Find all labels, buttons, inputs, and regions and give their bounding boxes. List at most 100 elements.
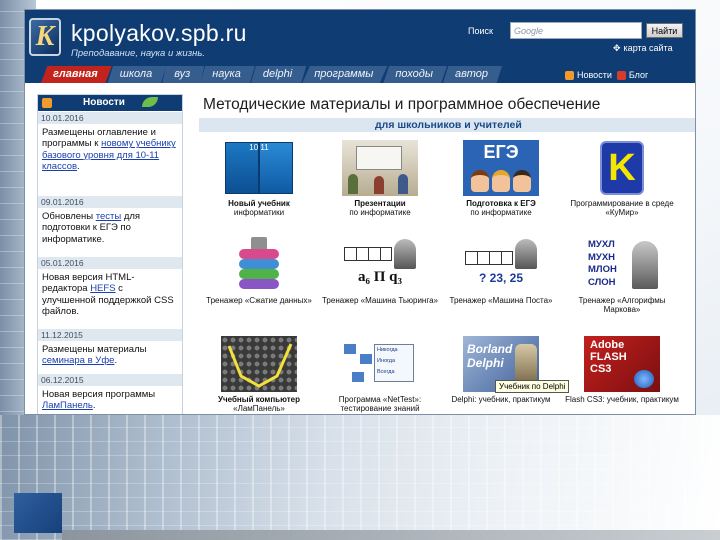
tile-caption-line1: Flash CS3: учебник, (565, 395, 639, 404)
compression-icon (221, 237, 297, 293)
tile-nettest[interactable]: Никогда Иногда Всегда Программа «NetTest… (319, 336, 441, 413)
tile-compression[interactable]: Тренажер «Сжатие данных» (198, 237, 320, 305)
news-text-part: . (92, 400, 96, 412)
news-date: 11.12.2015 (38, 329, 182, 341)
news-item: 11.12.2015 Размещены материалы семинара … (38, 329, 182, 367)
slide-decoration-bar (62, 530, 720, 540)
post-image: ? 23, 25 (463, 237, 539, 293)
news-date: 05.01.2016 (38, 257, 182, 269)
tile-presentations[interactable]: Презентации по информатике (319, 140, 441, 217)
news-link[interactable]: Новости (577, 70, 612, 80)
rss-feed-icon[interactable] (42, 98, 52, 108)
news-column: Новости 10.01.2016 Размещены оглавление … (37, 94, 183, 414)
post-values: ? 23, 25 (478, 271, 524, 285)
news-link[interactable]: ЛамПанель (42, 400, 93, 411)
news-item: 06.12.2015 Новая версия программы ЛамПан… (38, 374, 182, 412)
tile-caption-line1: Новый учебник (228, 199, 290, 208)
tile-caption-line1: Тренажер «Сжатие (206, 296, 278, 305)
tile-ege[interactable]: ЕГЭ Подготовка к ЕГЭ по информатике (440, 140, 562, 217)
blog-link[interactable]: Блог (629, 70, 648, 80)
tile-caption: Программа «NetTest»: тестирование знаний (319, 395, 441, 413)
tab-delphi[interactable]: delphi (250, 66, 307, 83)
news-link[interactable]: HEFS (90, 283, 115, 294)
tile-markov[interactable]: МУХЛ МУХН МЛОН СЛОН Тренажер «Алгорифмы … (561, 237, 683, 314)
news-item: 10.01.2016 Размещены оглавление и програ… (38, 112, 182, 172)
news-link[interactable]: семинара в Уфе (42, 355, 114, 366)
tile-caption-line2: Поста» (525, 296, 553, 305)
search-input[interactable] (510, 22, 642, 39)
kumir-logo: K (584, 140, 660, 196)
tab-home[interactable]: главная (41, 66, 112, 83)
tab-hikes[interactable]: походы (383, 66, 447, 83)
rss-icon (565, 70, 574, 80)
markov-words: МУХЛ МУХН МЛОН СЛОН (588, 239, 617, 288)
tile-caption: Программирование в среде «КуМир» (561, 199, 683, 217)
tile-caption-line2: практикум (640, 395, 679, 404)
news-text: Размещены оглавление и программы к новом… (38, 124, 182, 172)
blog-icon (616, 70, 626, 80)
site-title[interactable]: kpolyakov.spb.ru (71, 20, 247, 47)
slide-backdrop-skyscraper (0, 415, 720, 540)
tile-post[interactable]: ? 23, 25 Тренажер «Машина Поста» (440, 237, 562, 305)
tile-turing[interactable]: a₆ П q₃ Тренажер «Машина Тьюринга» (319, 237, 441, 305)
news-text: Размещены материалы семинара в Уфе. (38, 341, 182, 367)
header-links: Новости Блог (565, 70, 648, 80)
tooltip: Учебник по Delphi (495, 380, 570, 393)
tile-caption-line1: Тренажер «Машина (449, 296, 524, 305)
subtitle-bar: для школьников и учителей (199, 118, 695, 132)
site-logo[interactable]: K (29, 18, 61, 56)
tile-caption: Тренажер «Алгорифмы Маркова» (561, 296, 683, 314)
tab-school[interactable]: школа (107, 66, 167, 83)
tile-flash[interactable]: Adobe FLASH CS3 Flash CS3: учебник, прак… (561, 336, 683, 404)
tile-caption-line1: Презентации (354, 199, 406, 208)
tile-caption: Тренажер «Машина Поста» (440, 296, 562, 305)
tile-caption: Тренажер «Сжатие данных» (198, 296, 320, 305)
tab-university[interactable]: вуз (162, 66, 205, 83)
nav-tabs: главная школа вуз наука delphi программы… (41, 66, 502, 83)
news-date: 10.01.2016 (38, 112, 182, 124)
tile-lampanel[interactable]: Учебный компьютер «ЛамПанель» (198, 336, 320, 413)
news-text-part: Новая версия программы (42, 389, 156, 400)
tab-science[interactable]: наука (200, 66, 255, 83)
tile-textbook[interactable]: 10 11 Новый учебник информатики (198, 140, 320, 217)
website-screenshot: K kpolyakov.spb.ru Преподавание, наука и… (24, 9, 696, 415)
site-header: K kpolyakov.spb.ru Преподавание, наука и… (25, 10, 695, 83)
tile-caption-line1: Тренажер «Машина (321, 296, 397, 305)
tile-caption: Delphi: учебник, практикум (440, 395, 562, 404)
tab-programs[interactable]: программы (302, 66, 388, 83)
tile-caption: Учебный компьютер «ЛамПанель» (198, 395, 320, 413)
turing-formula: a₆ П q₃ (357, 269, 402, 285)
tile-caption-line2: по информатике (349, 208, 411, 217)
tab-author[interactable]: автор (442, 66, 502, 83)
slide-decoration-square (14, 493, 62, 533)
tile-caption-line2: практикум (512, 395, 551, 404)
kumir-letter: K (600, 141, 644, 195)
site-tagline: Преподавание, наука и жизнь. (71, 48, 205, 59)
lampanel-curve (227, 343, 293, 388)
tile-delphi[interactable]: Borland Delphi Delphi: учебник, практику… (440, 336, 562, 404)
news-item: 09.01.2016 Обновлены тесты для подготовк… (38, 196, 182, 245)
tile-caption: Flash CS3: учебник, практикум (561, 395, 683, 404)
tile-caption: Новый учебник информатики (198, 199, 320, 217)
turing-image: a₆ П q₃ (342, 237, 418, 293)
tile-caption-line2: «ЛамПанель» (233, 404, 285, 413)
tile-caption: Подготовка к ЕГЭ по информатике (440, 199, 562, 217)
news-header-title: Новости (83, 97, 125, 108)
sitemap-link[interactable]: ✥ карта сайта (613, 43, 673, 54)
news-text: Обновлены тесты для подготовки к ЕГЭ по … (38, 208, 182, 245)
search-button[interactable]: Найти (646, 23, 683, 38)
news-text-part: Размещены материалы (42, 344, 147, 355)
news-link[interactable]: тесты (96, 211, 121, 222)
tile-caption-line1: Программа «NetTest»: (338, 395, 422, 404)
page-subtitle: для школьников и учителей (375, 119, 522, 131)
nettest-options: Никогда Иногда Всегда (374, 344, 414, 382)
sitemap-link-label: карта сайта (623, 43, 673, 53)
tile-kumir[interactable]: K Программирование в среде «КуМир» (561, 140, 683, 217)
ege-text: ЕГЭ (483, 142, 519, 162)
flash-box: Adobe FLASH CS3 (584, 336, 660, 392)
tile-caption-line1: Тренажер «Алгорифмы (578, 296, 666, 305)
tile-caption-line1: Delphi: учебник, (451, 395, 511, 404)
news-date: 06.12.2015 (38, 374, 182, 386)
tile-caption-line2: тестирование знаний (340, 404, 420, 413)
markov-image: МУХЛ МУХН МЛОН СЛОН (584, 237, 660, 293)
